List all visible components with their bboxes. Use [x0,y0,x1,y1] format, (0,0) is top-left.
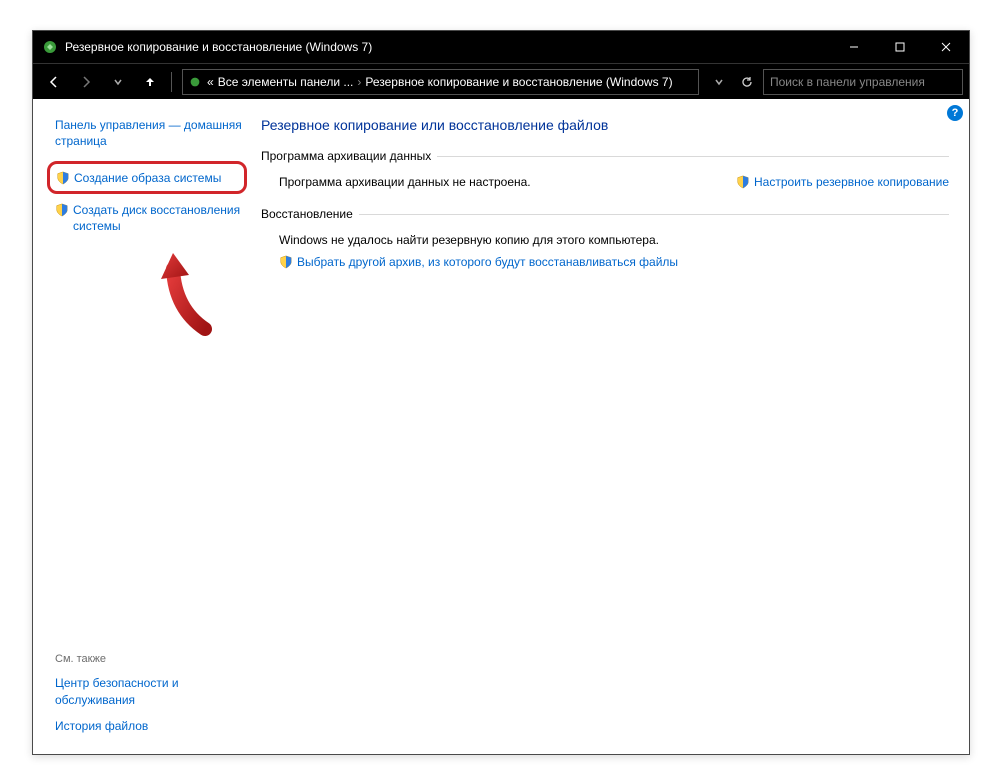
minimize-button[interactable] [831,31,877,63]
restore-section-title: Восстановление [261,207,353,221]
back-button[interactable] [39,68,69,96]
address-icon [187,74,203,90]
nav-separator [171,72,172,92]
create-system-image-label: Создание образа системы [74,170,221,186]
shield-icon [56,171,70,185]
restore-message: Windows не удалось найти резервную копию… [279,233,949,247]
create-system-image-highlight: Создание образа системы [47,161,247,193]
main-panel: Резервное копирование или восстановление… [251,99,969,754]
address-bar[interactable]: « Все элементы панели ... › Резервное ко… [182,69,699,95]
backup-restore-window: Резервное копирование и восстановление (… [32,30,970,755]
breadcrumb-root: « [207,75,214,89]
navbar: « Все элементы панели ... › Резервное ко… [33,63,969,99]
file-history-link[interactable]: История файлов [55,718,243,734]
backup-not-configured-text: Программа архивации данных не настроена. [279,175,736,189]
backup-section-header: Программа архивации данных [261,149,949,163]
forward-button[interactable] [71,68,101,96]
create-repair-disk-label: Создать диск восстановления системы [73,202,243,234]
create-repair-disk-link[interactable]: Создать диск восстановления системы [55,202,243,234]
refresh-button[interactable] [733,68,761,96]
sidebar: Панель управления — домашняя страница Со… [33,99,251,754]
select-another-backup-label: Выбрать другой архив, из которого будут … [297,255,678,269]
restore-section-header: Восстановление [261,207,949,221]
select-another-backup-link[interactable]: Выбрать другой архив, из которого будут … [279,255,678,269]
shield-icon [736,175,750,189]
search-input[interactable] [770,75,956,89]
recent-locations-button[interactable] [103,68,133,96]
configure-backup-link[interactable]: Настроить резервное копирование [736,175,949,189]
page-title: Резервное копирование или восстановление… [261,117,949,133]
security-center-link[interactable]: Центр безопасности и обслуживания [55,675,243,707]
titlebar: Резервное копирование и восстановление (… [33,31,969,63]
backup-section-title: Программа архивации данных [261,149,431,163]
search-box[interactable] [763,69,963,95]
breadcrumb-item-1[interactable]: Все элементы панели ... [218,75,354,89]
app-icon [41,38,59,56]
breadcrumb-item-2[interactable]: Резервное копирование и восстановление (… [365,75,672,89]
breadcrumb-chevron-icon: › [357,75,361,89]
address-dropdown-button[interactable] [705,68,733,96]
configure-backup-label: Настроить резервное копирование [754,175,949,189]
shield-icon [55,203,69,217]
control-panel-home-link[interactable]: Панель управления — домашняя страница [55,117,243,149]
close-button[interactable] [923,31,969,63]
up-button[interactable] [135,68,165,96]
create-system-image-link[interactable]: Создание образа системы [56,170,236,186]
window-title: Резервное копирование и восстановление (… [65,40,831,54]
maximize-button[interactable] [877,31,923,63]
content-area: ? Панель управления — домашняя страница … [33,99,969,754]
see-also-header: См. также [55,653,243,665]
shield-icon [279,255,293,269]
